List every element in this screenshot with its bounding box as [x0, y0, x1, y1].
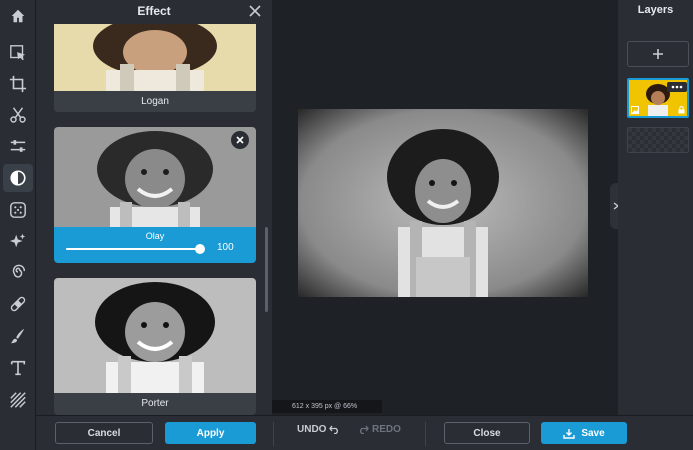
select-icon: [10, 45, 26, 61]
bottom-action-bar: Cancel Apply UNDO REDO Close Save: [36, 415, 693, 450]
filter-tool[interactable]: [3, 196, 33, 224]
save-button[interactable]: Save: [541, 422, 627, 444]
effect-panel: Effect Logan Olay 100 Porter: [36, 0, 272, 415]
effect-card-porter[interactable]: Porter: [54, 278, 256, 415]
effect-thumbnail: [54, 278, 256, 393]
sparkle-tool[interactable]: [3, 227, 33, 255]
remove-effect-button[interactable]: [231, 131, 249, 149]
text-tool[interactable]: [3, 354, 33, 382]
adjust-tool[interactable]: [3, 132, 33, 160]
effect-label: Porter: [141, 398, 169, 409]
plus-icon: [653, 49, 663, 59]
brush-tool[interactable]: [3, 322, 33, 350]
effect-tool[interactable]: [3, 164, 33, 192]
intensity-slider-fill: [66, 248, 200, 250]
swirl-tool[interactable]: [3, 258, 33, 286]
panel-title: Effect: [137, 4, 171, 18]
undo-button[interactable]: UNDO: [297, 424, 340, 435]
divider: [273, 422, 274, 446]
effect-icon: [10, 170, 26, 186]
layer-item[interactable]: [627, 78, 689, 118]
bandage-icon: [10, 296, 26, 312]
apply-button[interactable]: Apply: [165, 422, 256, 444]
photo-editor-app: Effect Logan Olay 100 Porter 612 x 395 p…: [0, 0, 693, 450]
close-icon: [236, 136, 244, 144]
effect-card-olay[interactable]: Olay 100: [54, 127, 256, 263]
layer-item-background[interactable]: [627, 127, 689, 153]
image-icon: [631, 106, 639, 114]
redo-button[interactable]: REDO: [358, 424, 401, 435]
redo-icon: [360, 425, 369, 434]
layers-title: Layers: [637, 4, 674, 16]
effect-thumbnail: [54, 127, 256, 227]
home-button[interactable]: [3, 2, 33, 30]
brush-icon: [10, 328, 25, 344]
layers-panel: Layers: [618, 0, 693, 415]
text-icon: [10, 360, 26, 376]
sparkle-icon: [9, 233, 26, 248]
crop-tool[interactable]: [3, 70, 33, 98]
texture-icon: [10, 392, 26, 408]
cut-icon: [10, 107, 26, 123]
effect-card-logan[interactable]: Logan: [54, 24, 256, 112]
crop-icon: [9, 75, 27, 93]
layer-menu-button[interactable]: [667, 82, 687, 92]
effect-list[interactable]: Logan Olay 100 Porter: [36, 24, 272, 415]
save-label: Save: [581, 427, 605, 439]
effect-label: Olay: [145, 231, 165, 241]
redo-label: REDO: [372, 424, 401, 435]
effect-label: Logan: [141, 96, 169, 107]
close-icon[interactable]: [248, 4, 262, 18]
canvas-dimensions: 612 x 395 px @ 66%: [272, 400, 382, 413]
intensity-value: 100: [217, 242, 234, 253]
add-layer-button[interactable]: [627, 41, 689, 67]
close-button[interactable]: Close: [444, 422, 530, 444]
heal-tool[interactable]: [3, 290, 33, 318]
undo-label: UNDO: [297, 424, 327, 435]
effect-thumbnail: [54, 24, 256, 91]
home-icon: [11, 9, 25, 23]
canvas-photo[interactable]: [298, 109, 588, 297]
canvas-area[interactable]: 612 x 395 px @ 66%: [272, 0, 618, 415]
cut-tool[interactable]: [3, 101, 33, 129]
more-icon: [671, 85, 683, 89]
effect-panel-header: Effect: [36, 0, 272, 24]
intensity-slider-handle[interactable]: [195, 244, 205, 254]
undo-icon: [329, 425, 339, 434]
lock-icon[interactable]: [678, 106, 685, 114]
filter-icon: [10, 202, 26, 218]
swirl-icon: [12, 264, 26, 278]
select-tool[interactable]: [3, 39, 33, 67]
intensity-slider[interactable]: [66, 248, 200, 250]
adjust-icon: [10, 140, 26, 152]
texture-tool[interactable]: [3, 386, 33, 414]
tool-sidebar: [0, 0, 36, 450]
effect-list-scrollbar[interactable]: [265, 227, 268, 312]
divider: [425, 422, 426, 446]
effect-intensity-bar: Olay 100: [54, 227, 256, 263]
cancel-button[interactable]: Cancel: [55, 422, 153, 444]
download-icon: [563, 428, 576, 439]
